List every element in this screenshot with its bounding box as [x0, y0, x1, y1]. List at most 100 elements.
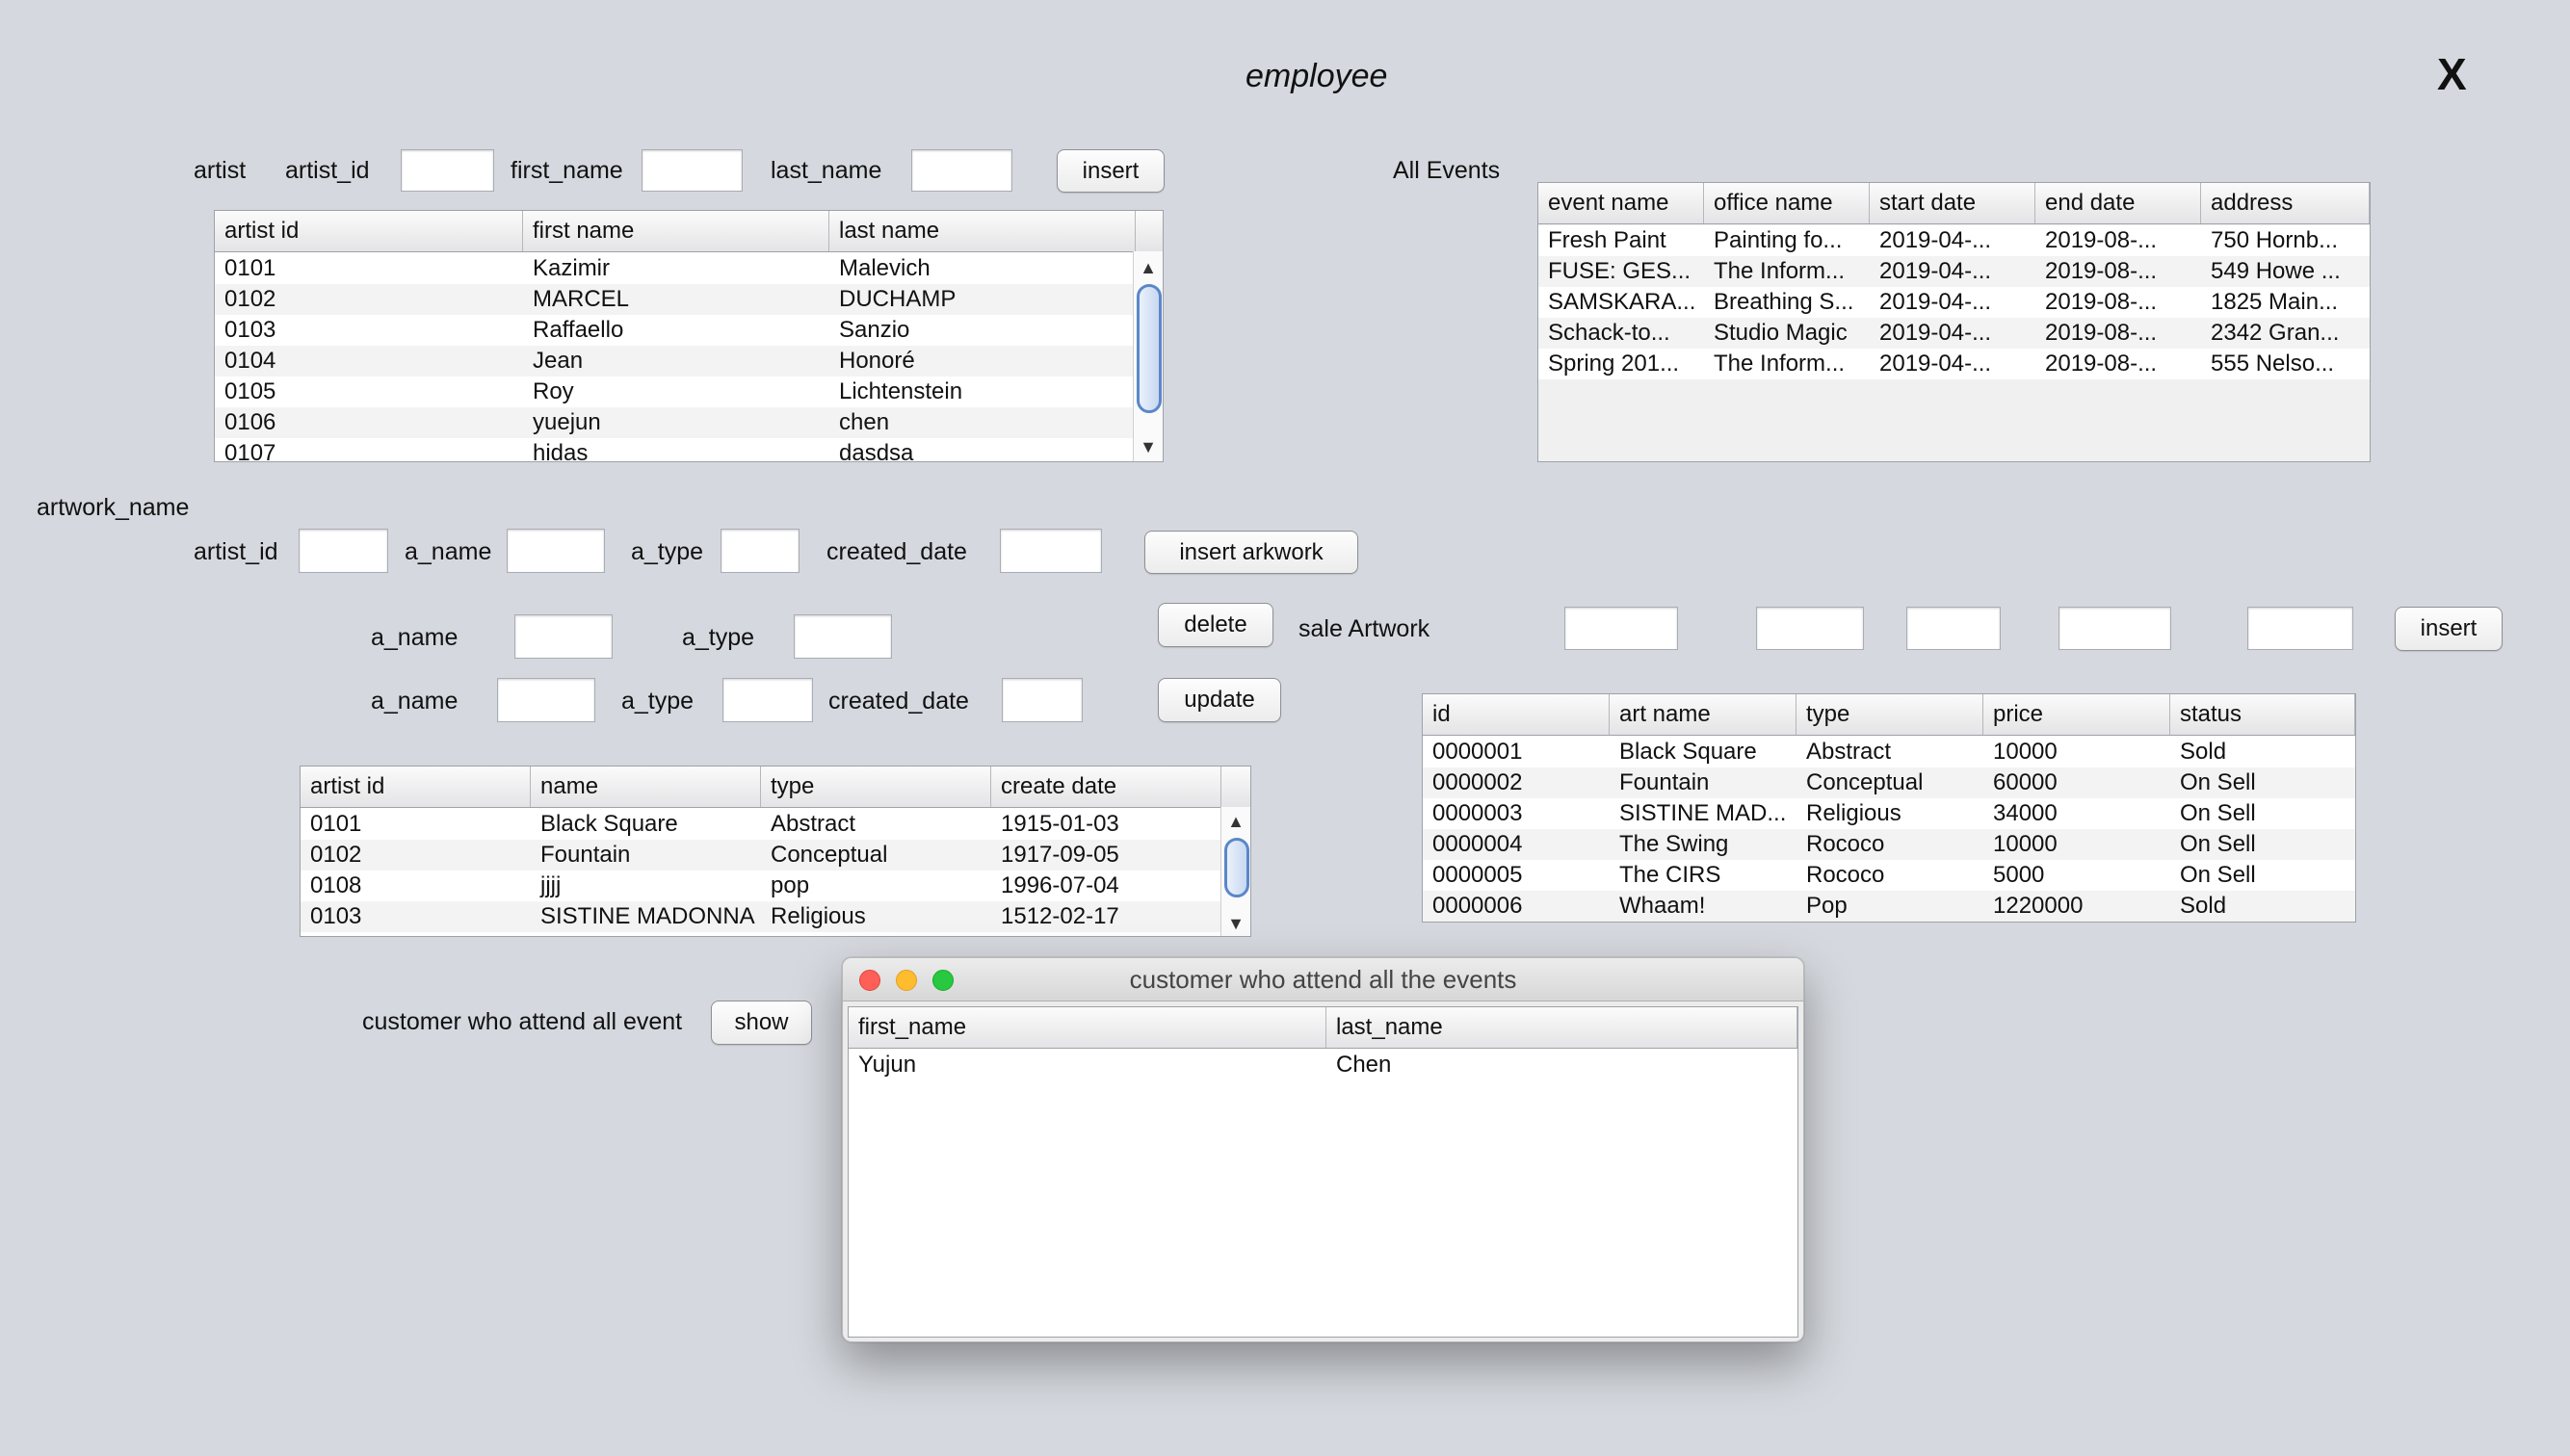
- column-header[interactable]: first name: [523, 211, 829, 251]
- delete-type-label: a_type: [682, 624, 755, 651]
- office-name-cell: Painting fo...: [1714, 227, 1843, 253]
- last-name-cell: Malevich: [839, 255, 931, 281]
- table-row[interactable]: 0000006 Whaam! Pop 1220000 Sold: [1423, 891, 2355, 922]
- artist-table-scrollbar[interactable]: ▲ ▼: [1133, 251, 1163, 461]
- artwork-table-scrollbar[interactable]: ▲ ▼: [1220, 807, 1250, 936]
- scroll-thumb[interactable]: [1224, 838, 1249, 897]
- event-name-cell: Spring 201...: [1548, 351, 1680, 377]
- table-row[interactable]: 0000001 Black Square Abstract 10000 Sold: [1423, 737, 2355, 767]
- first-name-input[interactable]: [642, 149, 743, 192]
- artwork-date-input[interactable]: [1000, 529, 1102, 573]
- table-row[interactable]: SAMSKARA... Breathing S... 2019-04-... 2…: [1538, 287, 2370, 318]
- column-header[interactable]: event name: [1538, 183, 1704, 223]
- show-button[interactable]: show: [711, 1001, 812, 1045]
- sale-type-input[interactable]: [1906, 607, 2001, 650]
- last-name-input[interactable]: [911, 149, 1012, 192]
- artist-id-input[interactable]: [401, 149, 494, 192]
- table-row[interactable]: 0102 Fountain Conceptual 1917-09-05: [301, 840, 1221, 871]
- artist-insert-button[interactable]: insert: [1057, 149, 1165, 193]
- delete-type-input[interactable]: [794, 614, 892, 659]
- column-header[interactable]: artist id: [301, 767, 531, 807]
- update-button[interactable]: update: [1158, 678, 1281, 722]
- scroll-down-arrow-icon[interactable]: ▼: [1134, 436, 1163, 457]
- column-header[interactable]: office name: [1704, 183, 1870, 223]
- table-row[interactable]: 0103 Raffaello Sanzio: [215, 315, 1136, 346]
- column-header[interactable]: price: [1983, 694, 2170, 735]
- sale-price-input[interactable]: [2059, 607, 2171, 650]
- table-row[interactable]: 0000005 The CIRS Rococo 5000 On Sell: [1423, 860, 2355, 891]
- table-row[interactable]: 0000003 SISTINE MAD... Religious 34000 O…: [1423, 798, 2355, 829]
- table-row[interactable]: 0103 SISTINE MADONNA Religious 1512-02-1…: [301, 901, 1221, 932]
- artwork-artist-id-cell: 0101: [310, 811, 362, 837]
- artwork-type-input[interactable]: [721, 529, 800, 573]
- last-name-cell: Sanzio: [839, 317, 910, 343]
- artwork-name-cell: jjjj: [540, 872, 562, 898]
- update-date-input[interactable]: [1002, 678, 1083, 722]
- table-row[interactable]: 0106 yuejun chen: [215, 407, 1136, 438]
- sale-id-cell: 0000005: [1432, 862, 1523, 888]
- update-name-input[interactable]: [497, 678, 595, 722]
- artwork-name-input[interactable]: [507, 529, 605, 573]
- update-type-input[interactable]: [722, 678, 813, 722]
- table-row[interactable]: 0101 Black Square Abstract 1915-01-03: [301, 809, 1221, 840]
- last-name-label: last_name: [771, 157, 882, 184]
- start-date-cell: 2019-04-...: [1879, 351, 1992, 377]
- table-row[interactable]: Yujun Chen: [849, 1050, 1797, 1080]
- table-row[interactable]: 0104 Jean Honoré: [215, 346, 1136, 377]
- column-header[interactable]: artist id: [215, 211, 523, 251]
- column-header[interactable]: last name: [829, 211, 1136, 251]
- sale-type-cell: Abstract: [1806, 739, 1892, 765]
- sale-id-cell: 0000002: [1432, 769, 1523, 795]
- sale-status-input[interactable]: [2247, 607, 2353, 650]
- table-row[interactable]: 0102 MARCEL DUCHAMP: [215, 284, 1136, 315]
- artwork-table-header: artist id name type create date: [301, 767, 1250, 808]
- insert-artwork-button[interactable]: insert arkwork: [1144, 531, 1358, 574]
- first-name-cell: hidas: [533, 440, 589, 462]
- table-row[interactable]: 0107 hidas dasdsa: [215, 438, 1136, 462]
- column-header[interactable]: id: [1423, 694, 1610, 735]
- table-row[interactable]: Schack-to... Studio Magic 2019-04-... 20…: [1538, 318, 2370, 349]
- column-header[interactable]: name: [531, 767, 761, 807]
- table-row[interactable]: Spring 201... The Inform... 2019-04-... …: [1538, 349, 2370, 379]
- table-row[interactable]: 0105 Roy Lichtenstein: [215, 377, 1136, 407]
- artwork-artist-id-cell: 0102: [310, 842, 362, 868]
- end-date-cell: 2019-08-...: [2045, 289, 2158, 315]
- artist-section-label: artist: [194, 157, 247, 184]
- artwork-artist-id-input[interactable]: [299, 529, 388, 573]
- column-header[interactable]: status: [2170, 694, 2355, 735]
- sale-table-header: id art name type price status: [1423, 694, 2355, 736]
- table-row[interactable]: 0101 Kazimir Malevich: [215, 253, 1136, 284]
- scroll-up-arrow-icon[interactable]: ▲: [1221, 811, 1250, 832]
- column-header[interactable]: type: [761, 767, 991, 807]
- scroll-up-arrow-icon[interactable]: ▲: [1134, 257, 1163, 278]
- column-header[interactable]: create date: [991, 767, 1221, 807]
- sale-id-input[interactable]: [1564, 607, 1678, 650]
- close-button[interactable]: X: [2437, 52, 2467, 96]
- scroll-thumb[interactable]: [1137, 284, 1162, 413]
- sale-art-name-input[interactable]: [1756, 607, 1864, 650]
- column-header[interactable]: type: [1796, 694, 1983, 735]
- sale-price-cell: 5000: [1993, 862, 2045, 888]
- sale-insert-button[interactable]: insert: [2395, 607, 2503, 651]
- column-header[interactable]: first_name: [849, 1007, 1326, 1048]
- artwork-date-cell: 1915-01-03: [1001, 811, 1119, 837]
- sale-status-cell: Sold: [2180, 893, 2227, 919]
- table-row[interactable]: FUSE: GES... The Inform... 2019-04-... 2…: [1538, 256, 2370, 287]
- artwork-artist-id-cell: 0108: [310, 872, 362, 898]
- customer-dialog: customer who attend all the events first…: [842, 957, 1804, 1342]
- column-header[interactable]: art name: [1610, 694, 1796, 735]
- column-header[interactable]: end date: [2035, 183, 2201, 223]
- column-header[interactable]: last_name: [1326, 1007, 1797, 1048]
- delete-button[interactable]: delete: [1158, 603, 1273, 647]
- delete-name-input[interactable]: [514, 614, 613, 659]
- artist-table-header: artist id first name last name: [215, 211, 1163, 252]
- scroll-down-arrow-icon[interactable]: ▼: [1221, 913, 1250, 934]
- column-header[interactable]: start date: [1870, 183, 2035, 223]
- table-row[interactable]: 0108 jjjj pop 1996-07-04: [301, 871, 1221, 901]
- table-row[interactable]: 0000004 The Swing Rococo 10000 On Sell: [1423, 829, 2355, 860]
- table-row[interactable]: 0000002 Fountain Conceptual 60000 On Sel…: [1423, 767, 2355, 798]
- column-header[interactable]: address: [2201, 183, 2370, 223]
- table-row[interactable]: Fresh Paint Painting fo... 2019-04-... 2…: [1538, 225, 2370, 256]
- office-name-cell: The Inform...: [1714, 351, 1846, 377]
- sale-art-name-cell: The Swing: [1619, 831, 1729, 857]
